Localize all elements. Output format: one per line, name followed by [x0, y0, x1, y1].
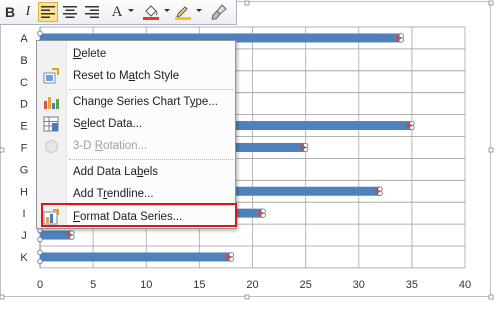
chart-resize-handle: [0, 294, 5, 300]
menu-item-label: Select Data...: [73, 118, 143, 130]
menu-item-3d-rotation: 3-D Rotation...: [37, 135, 235, 157]
x-tick-label: 10: [140, 279, 152, 291]
menu-item-select-data[interactable]: Select Data...: [37, 113, 235, 135]
category-label: A: [20, 33, 28, 45]
chart-resize-handle: [244, 294, 250, 300]
x-tick-label: 25: [300, 279, 312, 291]
selection-handle: [37, 236, 43, 243]
font-color-dropdown-icon[interactable]: [128, 9, 134, 12]
italic-icon: I: [25, 4, 31, 19]
format-painter-button[interactable]: [208, 2, 230, 22]
bold-icon: B: [4, 4, 16, 20]
menu-item-label: Delete: [73, 48, 107, 60]
selection-handle: [37, 30, 43, 37]
menu-item-add-data-labels[interactable]: Add Data Labels: [37, 161, 235, 183]
italic-button[interactable]: I: [20, 2, 36, 22]
pencil-icon: [175, 6, 191, 20]
align-left-button[interactable]: [38, 2, 58, 22]
chart-resize-handle: [488, 294, 494, 300]
shape-outline-dropdown-icon[interactable]: [196, 9, 202, 12]
x-tick-label: 35: [406, 279, 418, 291]
chart-resize-handle: [488, 147, 494, 153]
category-label: F: [21, 142, 28, 154]
category-label: J: [21, 230, 27, 242]
highlight-box: [41, 203, 237, 227]
menu-item-label: Add Data Labels: [73, 166, 159, 178]
menu-item-label: Add Trendline...: [73, 188, 154, 200]
chart-resize-handle: [0, 147, 5, 153]
align-right-icon: [85, 6, 99, 18]
category-label: B: [20, 55, 27, 67]
align-left-icon: [41, 6, 55, 18]
menu-item-label: Reset to Match Style: [73, 70, 180, 82]
menu-item-add-trendline[interactable]: Add Trendline...: [37, 183, 235, 205]
shape-fill-dropdown-icon[interactable]: [164, 9, 170, 12]
reset-style-icon: [43, 68, 59, 84]
selection-handle: [37, 258, 43, 265]
align-center-button[interactable]: [60, 2, 80, 22]
menu-item-reset-to-match-style[interactable]: Reset to Match Style: [37, 65, 235, 87]
bar: [40, 252, 232, 262]
shape-outline-button[interactable]: [172, 2, 194, 22]
menu-item-delete[interactable]: Delete: [37, 43, 235, 65]
category-label: H: [20, 186, 28, 198]
menu-item-label: Change Series Chart Type...: [73, 96, 218, 108]
category-label: D: [20, 99, 28, 111]
menu-item-change-series-chart-type[interactable]: Change Series Chart Type...: [37, 91, 235, 113]
paint-bucket-icon: [143, 5, 159, 20]
font-color-icon: A: [111, 3, 123, 20]
align-center-icon: [63, 6, 77, 18]
menu-separator: [69, 159, 233, 160]
x-tick-label: 30: [353, 279, 365, 291]
shape-fill-button[interactable]: [140, 2, 162, 22]
menu-item-label: 3-D Rotation...: [73, 140, 148, 152]
category-label: E: [20, 121, 27, 133]
align-right-button[interactable]: [82, 2, 102, 22]
x-tick-label: 5: [90, 279, 96, 291]
menu-separator: [69, 89, 233, 90]
selection-handle: [37, 249, 43, 256]
paintbrush-icon: [211, 4, 227, 20]
mini-toolbar: B I A: [0, 0, 237, 25]
category-label: K: [20, 252, 28, 264]
category-label: G: [20, 164, 29, 176]
x-tick-label: 20: [246, 279, 258, 291]
context-menu: Delete Reset to Match Style Change Serie…: [36, 40, 236, 229]
chart-resize-handle: [488, 0, 494, 6]
category-label: I: [22, 208, 25, 220]
category-label: C: [20, 77, 28, 89]
chart-type-icon: [43, 94, 59, 110]
select-data-icon: [43, 116, 59, 132]
x-tick-label: 15: [193, 279, 205, 291]
bold-button[interactable]: B: [2, 2, 18, 22]
font-color-button[interactable]: A: [108, 2, 126, 22]
x-tick-label: 40: [459, 279, 471, 291]
rotation-icon: [43, 138, 59, 154]
x-tick-label: 0: [37, 279, 43, 291]
chart-resize-handle: [244, 0, 250, 6]
